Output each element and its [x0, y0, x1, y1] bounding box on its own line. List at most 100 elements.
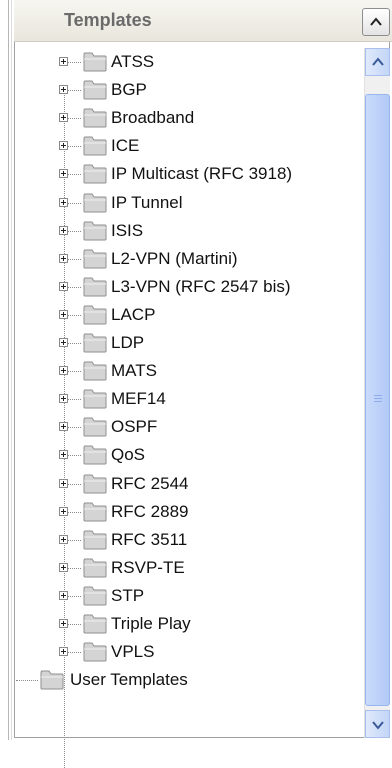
expand-plus-icon[interactable]: [59, 309, 68, 319]
folder-icon: [83, 135, 107, 156]
folder-icon: [83, 276, 107, 297]
expand-plus-icon[interactable]: [59, 281, 68, 291]
tree-item[interactable]: OSPF: [16, 413, 356, 441]
expand-plus-icon[interactable]: [59, 647, 68, 657]
expand-plus-icon[interactable]: [59, 422, 68, 432]
chevron-up-icon: [372, 57, 384, 66]
folder-icon: [83, 473, 107, 494]
tree-item[interactable]: LACP: [16, 301, 356, 329]
panel-title: Templates: [64, 10, 152, 30]
outer-frame-line-inner: [11, 0, 12, 740]
expand-plus-icon[interactable]: [59, 85, 68, 95]
tree-item[interactable]: BGP: [16, 76, 356, 104]
expand-plus-icon[interactable]: [59, 253, 68, 263]
vertical-scrollbar[interactable]: [364, 48, 390, 738]
collapse-panel-button[interactable]: [362, 8, 390, 36]
expand-plus-icon[interactable]: [59, 478, 68, 488]
expand-plus-icon[interactable]: [59, 506, 68, 516]
tree-item-label: L3-VPN (RFC 2547 bis): [111, 276, 291, 296]
tree-item[interactable]: IP Multicast (RFC 3918): [16, 160, 356, 188]
tree-item[interactable]: ICE: [16, 132, 356, 160]
scroll-thumb[interactable]: [365, 94, 390, 706]
template-tree[interactable]: ATSS BGP Broadband ICE IP Multicast (RFC 391…: [16, 48, 356, 768]
folder-icon: [83, 557, 107, 578]
scroll-up-button[interactable]: [365, 48, 390, 76]
folder-icon: [83, 51, 107, 72]
tree-item[interactable]: RFC 3511: [16, 526, 356, 554]
folder-icon: [83, 192, 107, 213]
tree-item-label: L2-VPN (Martini): [111, 248, 238, 268]
tree-item[interactable]: LDP: [16, 329, 356, 357]
folder-icon: [83, 529, 107, 550]
tree-item[interactable]: RSVP-TE: [16, 554, 356, 582]
folder-icon: [83, 641, 107, 662]
folder-icon: [83, 613, 107, 634]
expand-plus-icon[interactable]: [59, 57, 68, 66]
tree-item[interactable]: RFC 2544: [16, 470, 356, 498]
tree-item-label: STP: [111, 585, 145, 605]
tree-item-label: IP Tunnel: [111, 192, 183, 212]
expand-plus-icon[interactable]: [59, 562, 68, 572]
expand-plus-icon[interactable]: [59, 113, 68, 123]
panel-header: Templates: [14, 0, 392, 42]
grip-icon: [374, 395, 382, 403]
expand-plus-icon[interactable]: [59, 225, 68, 235]
tree-item-label: RFC 2889: [111, 501, 189, 521]
folder-icon: [83, 220, 107, 241]
tree-item[interactable]: QoS: [16, 441, 356, 469]
tree-item[interactable]: ATSS: [16, 48, 356, 76]
tree-item[interactable]: ISIS: [16, 217, 356, 245]
tree-item-label: BGP: [111, 80, 147, 100]
tree-item[interactable]: STP: [16, 582, 356, 610]
tree-item-label: RSVP-TE: [111, 557, 185, 577]
tree-item-user-templates[interactable]: User Templates: [16, 666, 356, 694]
tree-item-label: Triple Play: [111, 614, 191, 633]
tree-item-label: IP Multicast (RFC 3918): [111, 164, 293, 184]
tree-item-label: MEF14: [111, 389, 166, 409]
tree-item[interactable]: Broadband: [16, 104, 356, 132]
folder-icon: [83, 585, 107, 606]
scroll-down-button[interactable]: [365, 710, 390, 738]
folder-icon: [83, 360, 107, 381]
expand-plus-icon[interactable]: [59, 590, 68, 600]
tree-item[interactable]: VPLS: [16, 638, 356, 666]
expand-plus-icon[interactable]: [59, 534, 68, 544]
expand-plus-icon[interactable]: [59, 338, 68, 347]
tree-item[interactable]: MATS: [16, 357, 356, 385]
tree-item-label: RFC 2544: [111, 473, 189, 493]
expand-plus-icon[interactable]: [59, 619, 68, 628]
tree-item[interactable]: Triple Play: [16, 610, 356, 638]
tree-item-label: LACP: [111, 304, 156, 324]
folder-icon: [83, 444, 107, 465]
tree-item-label: MATS: [111, 361, 157, 381]
tree-item-label: Broadband: [111, 108, 195, 128]
folder-icon: [83, 304, 107, 325]
chevron-down-icon: [372, 721, 384, 730]
tree-item[interactable]: MEF14: [16, 385, 356, 413]
tree-item-label: LDP: [111, 333, 145, 352]
tree-item[interactable]: L3-VPN (RFC 2547 bis): [16, 273, 356, 301]
tree-item-label: ISIS: [111, 220, 144, 240]
folder-icon: [83, 248, 107, 269]
expand-plus-icon[interactable]: [59, 169, 68, 179]
expand-plus-icon[interactable]: [59, 366, 68, 376]
tree-item-label: ATSS: [111, 52, 155, 71]
tree-item-label: OSPF: [111, 417, 158, 437]
folder-icon: [40, 669, 64, 690]
folder-icon: [83, 79, 107, 100]
tree-item[interactable]: L2-VPN (Martini): [16, 245, 356, 273]
folder-icon: [83, 388, 107, 409]
expand-plus-icon[interactable]: [59, 141, 68, 151]
expand-plus-icon[interactable]: [59, 450, 68, 460]
tree-connector-line: [16, 680, 38, 682]
chevron-up-icon: [370, 17, 382, 26]
folder-icon: [83, 107, 107, 128]
expand-plus-icon[interactable]: [59, 394, 68, 404]
expand-plus-icon[interactable]: [59, 197, 68, 207]
tree-item[interactable]: RFC 2889: [16, 498, 356, 526]
outer-frame-line: [8, 0, 9, 740]
tree-item-label: VPLS: [111, 642, 155, 662]
tree-item[interactable]: IP Tunnel: [16, 189, 356, 217]
tree-item-label: QoS: [111, 445, 146, 465]
tree-item-label: RFC 3511: [111, 529, 188, 549]
